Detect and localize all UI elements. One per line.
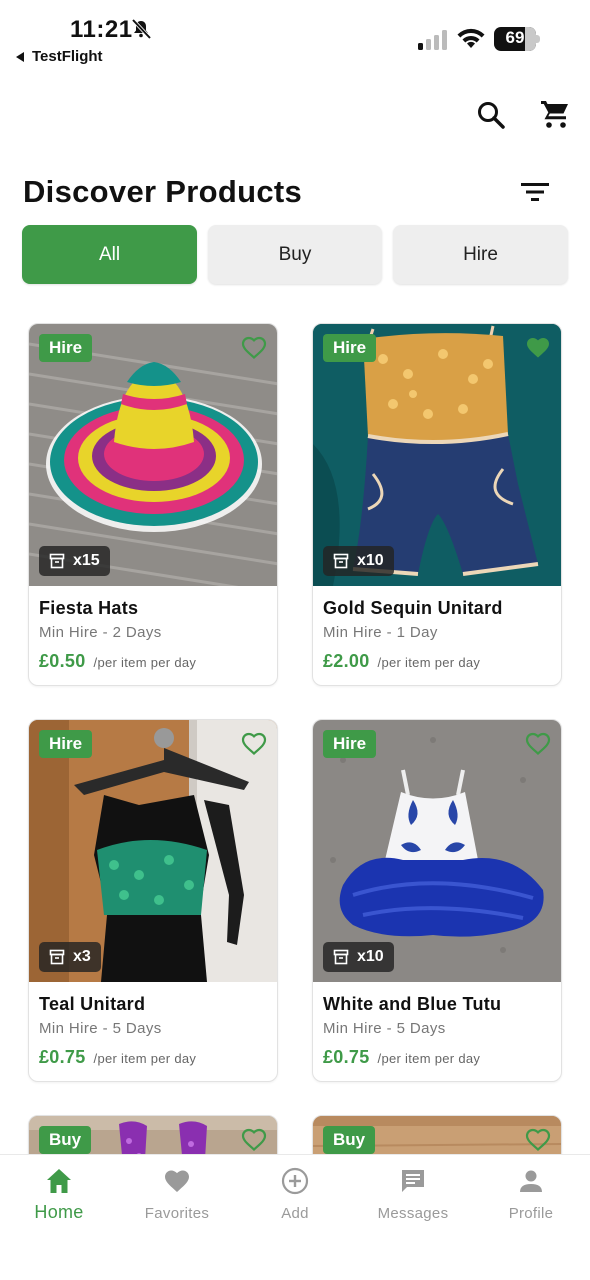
back-arrow-icon bbox=[16, 51, 24, 62]
search-icon[interactable] bbox=[476, 100, 506, 130]
person-icon bbox=[520, 1170, 542, 1192]
listing-type-badge: Hire bbox=[39, 730, 93, 758]
quantity-text: x15 bbox=[73, 552, 100, 569]
price-row: £0.75 /per item per day bbox=[323, 1047, 480, 1068]
price-row: £0.75 /per item per day bbox=[39, 1047, 196, 1068]
price-row: £2.00 /per item per day bbox=[323, 651, 480, 672]
home-icon bbox=[47, 1169, 71, 1193]
quantity-text: x10 bbox=[357, 552, 384, 569]
price-unit: /per item per day bbox=[93, 655, 197, 670]
heart-outline-icon[interactable] bbox=[241, 732, 267, 756]
signal-icon bbox=[418, 30, 447, 50]
heart-filled-icon[interactable] bbox=[525, 336, 551, 360]
product-name: Teal Unitard bbox=[39, 994, 146, 1014]
product-card[interactable]: Hire x3 Teal Unitard Min Hire - 5 Days £… bbox=[28, 719, 278, 1082]
product-name: Gold Sequin Unitard bbox=[323, 598, 503, 618]
listing-type-badge: Buy bbox=[323, 1126, 376, 1154]
min-hire-text: Min Hire - 5 Days bbox=[39, 1020, 162, 1037]
heart-outline-icon[interactable] bbox=[525, 1128, 551, 1152]
inventory-box-icon bbox=[49, 949, 65, 965]
message-icon bbox=[402, 1170, 424, 1192]
heart-outline-icon[interactable] bbox=[241, 1128, 267, 1152]
product-price: £2.00 bbox=[323, 651, 370, 671]
status-bar: 11:21 TestFlight 69 bbox=[0, 0, 590, 72]
page-title: Discover Products bbox=[23, 174, 303, 209]
wifi-icon bbox=[457, 28, 485, 48]
listing-type-badge: Buy bbox=[39, 1126, 92, 1154]
listing-type-badge: Hire bbox=[39, 334, 93, 362]
nav-label: Add bbox=[281, 1205, 309, 1222]
quantity-text: x3 bbox=[73, 948, 91, 965]
quantity-badge: x10 bbox=[323, 546, 394, 576]
price-unit: /per item per day bbox=[377, 1051, 481, 1066]
product-price: £0.50 bbox=[39, 651, 86, 671]
quantity-badge: x3 bbox=[39, 942, 101, 972]
nav-add[interactable]: Add bbox=[236, 1155, 354, 1235]
inventory-box-icon bbox=[333, 949, 349, 965]
tab-all[interactable]: All bbox=[22, 225, 197, 284]
product-image[interactable]: Hire x15 bbox=[29, 324, 277, 586]
product-image[interactable]: Hire x10 bbox=[313, 720, 561, 982]
add-circle-icon bbox=[281, 1167, 309, 1195]
tab-buy[interactable]: Buy bbox=[208, 225, 382, 284]
quantity-text: x10 bbox=[357, 948, 384, 965]
nav-favorites[interactable]: Favorites bbox=[118, 1155, 236, 1235]
cart-icon[interactable] bbox=[539, 98, 571, 130]
listing-type-badge: Hire bbox=[323, 334, 377, 362]
listing-type-badge: Hire bbox=[323, 730, 377, 758]
nav-messages[interactable]: Messages bbox=[354, 1155, 472, 1235]
product-name: Fiesta Hats bbox=[39, 598, 139, 618]
quantity-badge: x10 bbox=[323, 942, 394, 972]
min-hire-text: Min Hire - 1 Day bbox=[323, 624, 438, 641]
nav-label: Messages bbox=[377, 1205, 449, 1222]
product-card[interactable]: Hire x10 Gold Sequin Unitard Min Hire - … bbox=[312, 323, 562, 686]
nav-label: Home bbox=[34, 1202, 84, 1222]
product-card[interactable]: Hire x15 Fiesta Hats Min Hire - 2 Days £… bbox=[28, 323, 278, 686]
nav-label: Profile bbox=[508, 1205, 554, 1222]
price-unit: /per item per day bbox=[377, 655, 481, 670]
product-image[interactable]: Hire x3 bbox=[29, 720, 277, 982]
price-row: £0.50 /per item per day bbox=[39, 651, 196, 672]
filter-icon[interactable] bbox=[520, 180, 550, 204]
product-image[interactable]: Hire x10 bbox=[313, 324, 561, 586]
tab-hire[interactable]: Hire bbox=[393, 225, 568, 284]
inventory-box-icon bbox=[49, 553, 65, 569]
nav-label: Favorites bbox=[144, 1205, 210, 1222]
inventory-box-icon bbox=[333, 553, 349, 569]
min-hire-text: Min Hire - 5 Days bbox=[323, 1020, 446, 1037]
heart-outline-icon[interactable] bbox=[525, 732, 551, 756]
nav-home[interactable]: Home bbox=[0, 1155, 118, 1235]
product-price: £0.75 bbox=[323, 1047, 370, 1067]
product-price: £0.75 bbox=[39, 1047, 86, 1067]
status-time: 11:21 bbox=[70, 16, 133, 43]
heart-icon bbox=[165, 1170, 189, 1192]
product-name: White and Blue Tutu bbox=[323, 994, 502, 1014]
quantity-badge: x15 bbox=[39, 546, 110, 576]
back-to-testflight[interactable]: TestFlight bbox=[16, 48, 103, 65]
bell-muted-icon bbox=[131, 18, 152, 40]
min-hire-text: Min Hire - 2 Days bbox=[39, 624, 162, 641]
heart-outline-icon[interactable] bbox=[241, 336, 267, 360]
bottom-nav: Home Favorites Add Messages Profile bbox=[0, 1154, 590, 1280]
battery-icon: 69 bbox=[494, 27, 540, 51]
price-unit: /per item per day bbox=[93, 1051, 197, 1066]
back-app-label: TestFlight bbox=[32, 48, 103, 65]
battery-percent: 69 bbox=[505, 28, 525, 47]
product-card[interactable]: Hire x10 White and Blue Tutu Min Hire - … bbox=[312, 719, 562, 1082]
nav-profile[interactable]: Profile bbox=[472, 1155, 590, 1235]
